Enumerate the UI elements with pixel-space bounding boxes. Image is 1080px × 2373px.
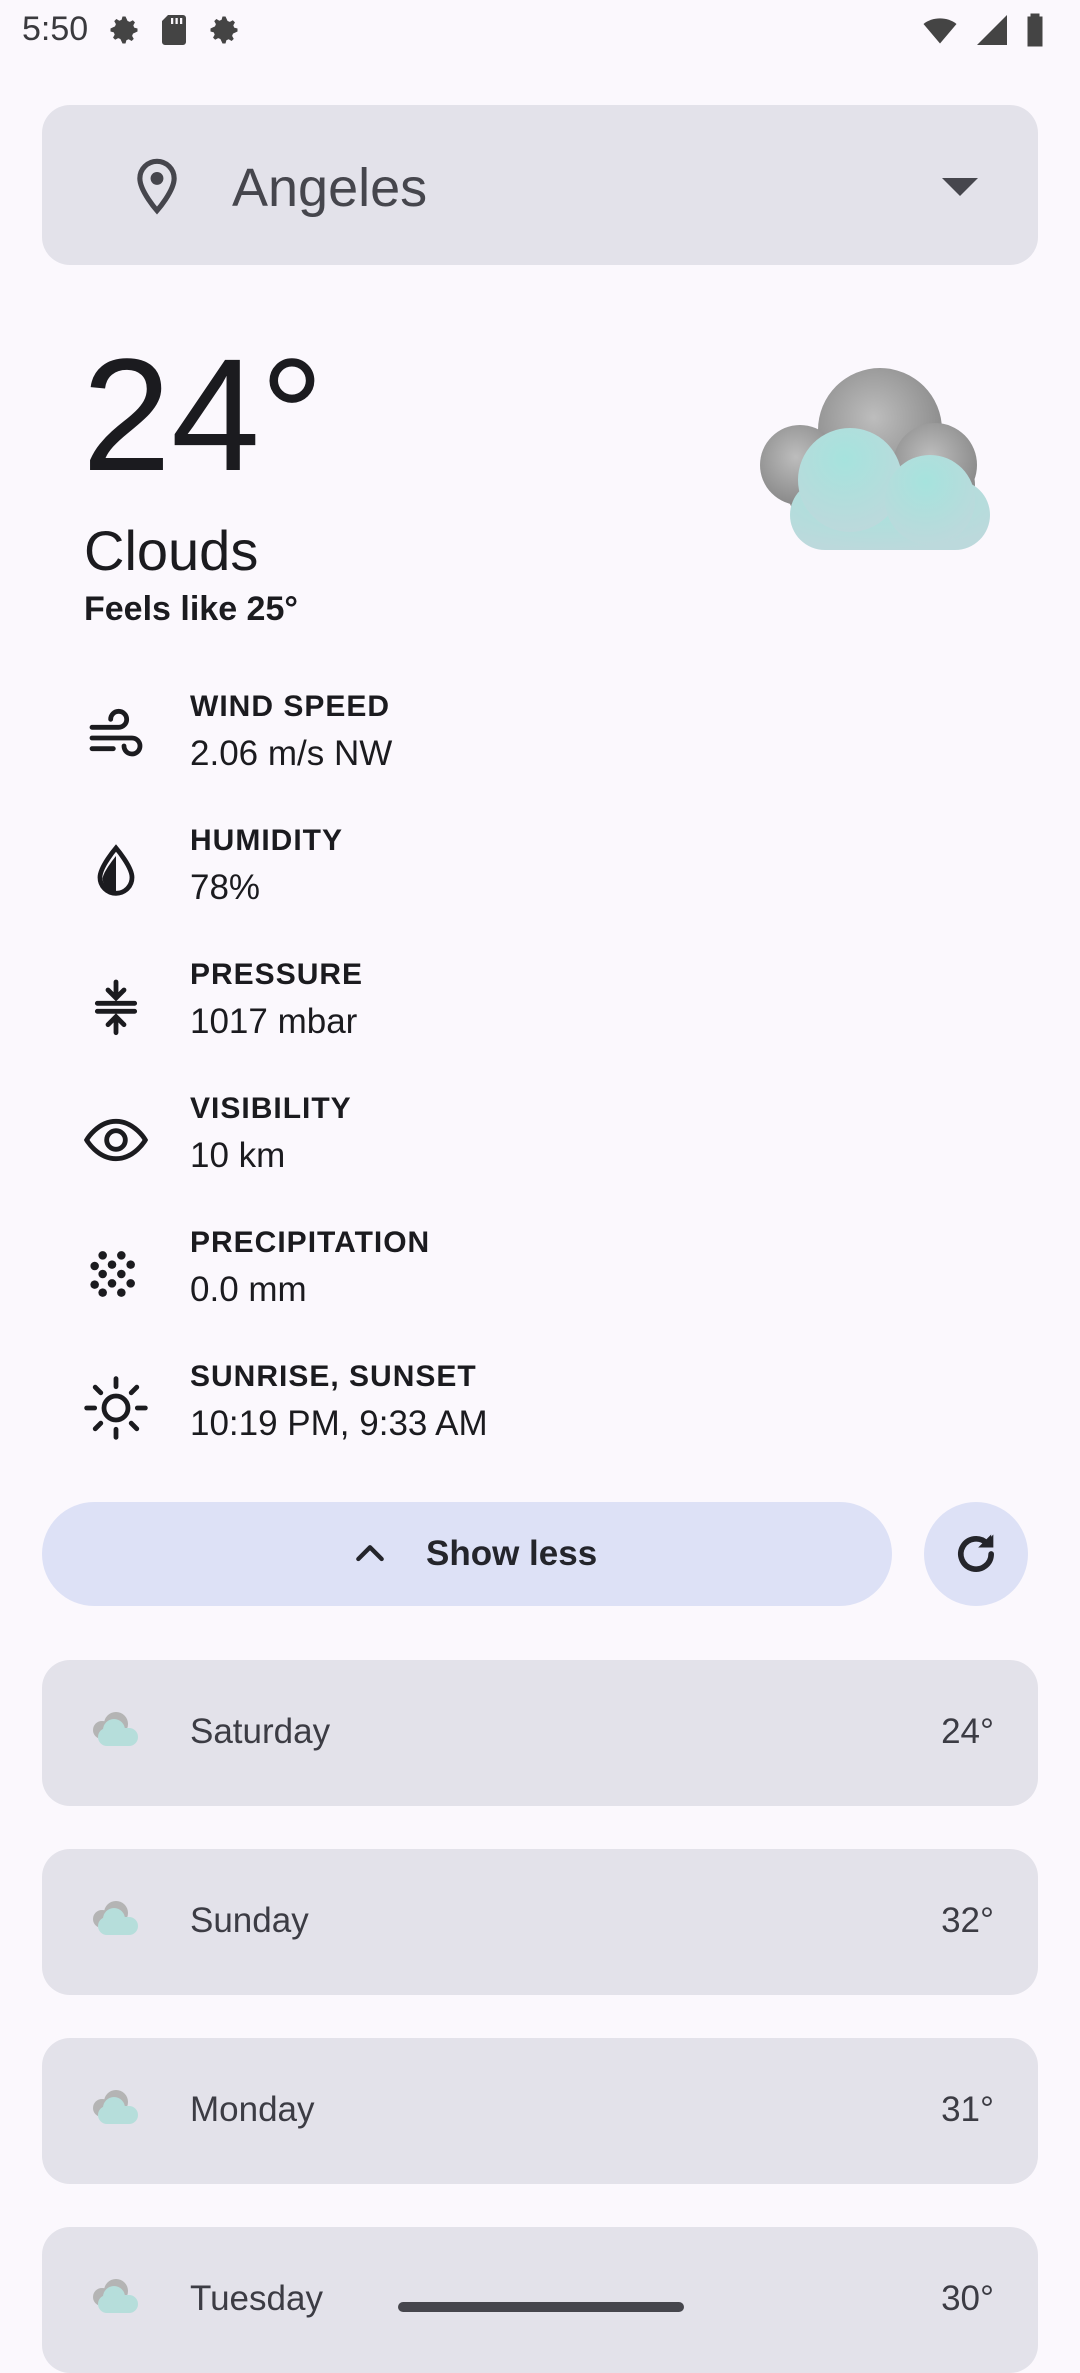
cloud-weather-icon xyxy=(93,1712,138,1746)
detail-title: PRECIPITATION xyxy=(190,1226,431,1259)
status-notification-icons xyxy=(106,12,242,48)
dropdown-caret-icon xyxy=(942,178,978,196)
settings-gear-icon xyxy=(210,16,238,44)
detail-title: SUNRISE, SUNSET xyxy=(190,1360,477,1393)
detail-value: 78% xyxy=(190,868,261,907)
location-dropdown[interactable]: Angeles xyxy=(42,105,1038,265)
detail-sunrise-sunset: SUNRISE, SUNSET 10:19 PM, 9:33 AM xyxy=(84,1360,984,1460)
detail-title: VISIBILITY xyxy=(190,1092,352,1125)
detail-wind-speed: WIND SPEED 2.06 m/s NW xyxy=(84,690,984,790)
humidity-drop-icon xyxy=(97,844,135,896)
detail-value: 0.0 mm xyxy=(190,1270,307,1309)
feels-like: Feels like 25° xyxy=(84,590,298,628)
chevron-up-icon xyxy=(356,1545,384,1562)
detail-precipitation: PRECIPITATION 0.0 mm xyxy=(84,1226,984,1326)
forecast-day-card[interactable]: Tuesday 30° xyxy=(42,2227,1038,2373)
refresh-button[interactable] xyxy=(924,1502,1028,1606)
show-less-button[interactable]: Show less xyxy=(42,1502,892,1606)
gesture-nav-handle[interactable] xyxy=(398,2302,684,2312)
forecast-temp: 32° xyxy=(941,1901,994,1940)
detail-visibility: VISIBILITY 10 km xyxy=(84,1092,984,1192)
detail-value: 10 km xyxy=(190,1136,286,1175)
forecast-day: Tuesday xyxy=(190,2279,323,2318)
forecast-temp: 24° xyxy=(941,1712,994,1751)
wifi-icon xyxy=(923,18,957,44)
forecast-day: Sunday xyxy=(190,1901,309,1940)
forecast-temp: 31° xyxy=(941,2090,994,2129)
show-less-label: Show less xyxy=(426,1534,598,1573)
precipitation-icon xyxy=(90,1251,135,1297)
current-condition: Clouds xyxy=(84,519,259,582)
wind-icon xyxy=(89,708,143,757)
cloud-weather-icon xyxy=(93,2090,138,2124)
forecast-day-card[interactable]: Monday 31° xyxy=(42,2038,1038,2184)
detail-pressure: PRESSURE 1017 mbar xyxy=(84,958,984,1058)
detail-title: HUMIDITY xyxy=(190,824,343,857)
detail-humidity: HUMIDITY 78% xyxy=(84,824,984,924)
pressure-icon xyxy=(94,979,138,1036)
location-pin-icon xyxy=(137,158,177,215)
cloud-weather-icon xyxy=(93,2279,138,2313)
detail-value: 1017 mbar xyxy=(190,1002,358,1041)
detail-value: 10:19 PM, 9:33 AM xyxy=(190,1404,488,1443)
status-bar: 5:50 xyxy=(0,0,1080,66)
status-time: 5:50 xyxy=(22,10,89,48)
sd-card-icon xyxy=(162,15,186,45)
battery-icon xyxy=(1027,13,1043,47)
forecast-day-card[interactable]: Sunday 32° xyxy=(42,1849,1038,1995)
detail-value: 2.06 m/s NW xyxy=(190,734,393,773)
detail-title: WIND SPEED xyxy=(190,690,391,723)
forecast-temp: 30° xyxy=(941,2279,994,2318)
location-name: Angeles xyxy=(232,158,428,218)
sun-icon xyxy=(84,1376,148,1440)
status-system-icons xyxy=(920,12,1046,48)
current-temperature: 24° xyxy=(82,325,324,504)
refresh-icon xyxy=(958,1534,994,1572)
detail-title: PRESSURE xyxy=(190,958,364,991)
settings-gear-icon xyxy=(110,16,138,44)
forecast-day: Saturday xyxy=(190,1712,331,1751)
forecast-day-card[interactable]: Saturday 24° xyxy=(42,1660,1038,1806)
visibility-eye-icon xyxy=(84,1118,148,1162)
signal-icon xyxy=(977,15,1007,45)
cloud-weather-icon xyxy=(760,368,990,550)
cloud-weather-icon xyxy=(93,1901,138,1935)
forecast-day: Monday xyxy=(190,2090,315,2129)
